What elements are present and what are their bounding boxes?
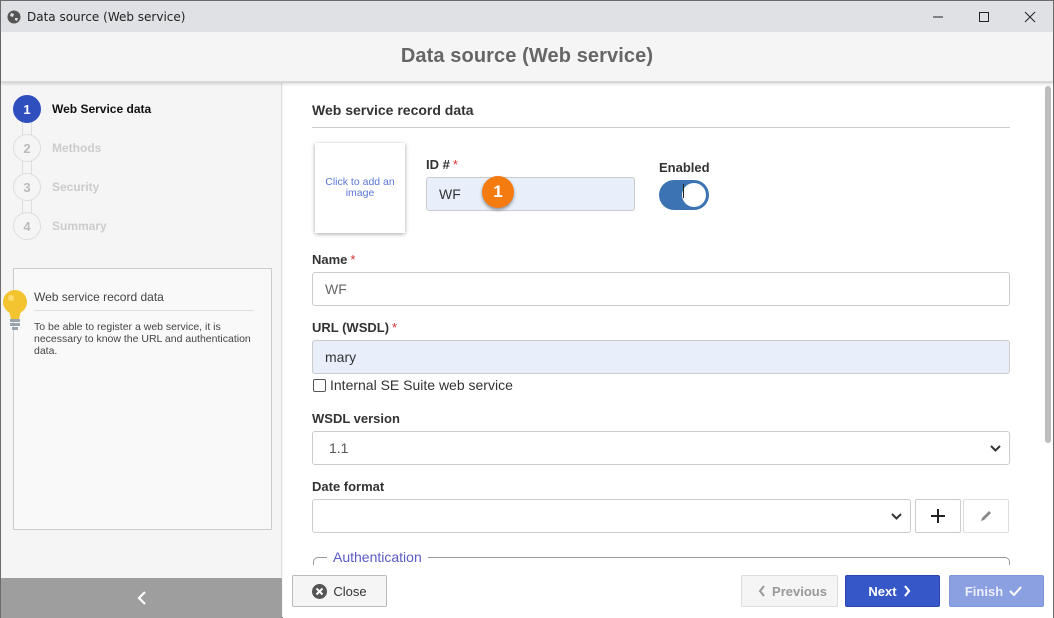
page-title: Data source (Web service) <box>400 45 654 67</box>
lightbulb-icon <box>3 290 27 330</box>
chevron-down-icon <box>990 445 1001 452</box>
url-input[interactable]: mary <box>312 340 1010 374</box>
dialog-window: Data source (Web service) Data source (W… <box>0 0 1054 618</box>
step-number: 3 <box>13 173 41 201</box>
text-caret <box>683 184 684 198</box>
name-input[interactable]: WF <box>312 272 1010 306</box>
id-input[interactable]: WF <box>426 177 635 211</box>
checkmark-icon <box>1009 586 1022 596</box>
next-button[interactable]: Next <box>845 575 940 607</box>
help-text: To be able to register a web service, it… <box>34 321 251 357</box>
globe-icon <box>7 10 21 23</box>
date-format-label: Date format <box>312 479 385 494</box>
collapse-sidebar-button[interactable] <box>1 578 282 618</box>
wizard-sidebar: 1 Web Service data 2 Methods 3 Security … <box>1 83 282 577</box>
maximize-button[interactable] <box>961 1 1007 32</box>
finish-button[interactable]: Finish <box>949 575 1044 607</box>
add-date-format-button[interactable] <box>915 499 961 533</box>
step-number: 1 <box>13 95 41 123</box>
checkbox-label: Internal SE Suite web service <box>330 377 513 393</box>
dialog-footer: Close Previous Next Finish <box>283 565 1053 618</box>
step-summary[interactable]: 4 Summary <box>13 212 151 251</box>
maximize-icon <box>979 11 989 22</box>
edit-date-format-button[interactable] <box>963 499 1009 533</box>
finish-button-label: Finish <box>964 583 1004 599</box>
id-label: ID # * <box>426 157 458 172</box>
step-methods[interactable]: 2 Methods <box>13 134 151 175</box>
toggle-knob <box>682 183 706 207</box>
enabled-label: Enabled <box>659 160 710 175</box>
chevron-right-icon <box>903 585 911 597</box>
required-mark: * <box>392 320 398 335</box>
date-format-select[interactable] <box>312 499 911 533</box>
step-label: Methods <box>52 141 102 155</box>
enabled-toggle[interactable] <box>659 180 709 210</box>
previous-button-label: Previous <box>772 583 827 599</box>
name-label-text: Name <box>312 252 348 267</box>
minimize-icon <box>933 16 943 17</box>
close-window-button[interactable] <box>1007 1 1053 32</box>
pencil-icon <box>981 511 991 521</box>
section-divider <box>312 127 1010 128</box>
wizard-steps: 1 Web Service data 2 Methods 3 Security … <box>13 95 151 251</box>
close-circle-icon <box>312 583 328 599</box>
step-label: Web Service data <box>52 102 152 116</box>
required-mark: * <box>350 252 356 267</box>
authentication-legend: Authentication <box>327 549 428 565</box>
required-mark: * <box>452 157 458 172</box>
internal-web-service-option[interactable]: Internal SE Suite web service <box>313 377 513 393</box>
title-bar: Data source (Web service) <box>1 1 1053 32</box>
dialog-header: Data source (Web service) <box>1 32 1053 82</box>
chevron-down-icon <box>891 513 902 520</box>
wsdl-version-select[interactable]: 1.1 <box>312 431 1010 465</box>
step-label: Security <box>52 180 100 194</box>
window-title: Data source (Web service) <box>27 9 186 24</box>
chevron-left-icon <box>136 591 146 605</box>
add-image-button[interactable]: Click to add an image <box>315 143 405 233</box>
help-panel: Web service record data To be able to re… <box>3 268 272 530</box>
plus-icon <box>931 509 945 523</box>
step-security[interactable]: 3 Security <box>13 173 151 214</box>
vertical-scrollbar[interactable] <box>1045 86 1051 443</box>
chevron-left-icon <box>758 585 765 597</box>
internal-web-service-checkbox[interactable] <box>313 378 326 392</box>
step-number: 2 <box>13 134 41 162</box>
url-label-text: URL (WSDL) <box>312 320 390 335</box>
step-label: Summary <box>52 219 107 233</box>
step-web-service-data[interactable]: 1 Web Service data <box>13 95 152 136</box>
callout-badge: 1 <box>482 176 514 208</box>
close-icon <box>1024 11 1036 22</box>
url-label: URL (WSDL) * <box>312 320 397 335</box>
wsdl-version-value: 1.1 <box>329 440 349 456</box>
name-label: Name * <box>312 252 355 267</box>
step-number: 4 <box>13 212 41 240</box>
form-panel: Web service record data Click to add an … <box>283 83 1053 577</box>
section-title: Web service record data <box>312 102 474 118</box>
previous-button[interactable]: Previous <box>741 575 838 607</box>
wsdl-version-label: WSDL version <box>312 411 400 426</box>
close-button[interactable]: Close <box>292 575 387 607</box>
id-label-text: ID # <box>426 157 450 172</box>
close-button-label: Close <box>333 583 367 599</box>
next-button-label: Next <box>868 583 897 599</box>
help-title: Web service record data <box>34 290 254 311</box>
minimize-button[interactable] <box>915 1 961 32</box>
